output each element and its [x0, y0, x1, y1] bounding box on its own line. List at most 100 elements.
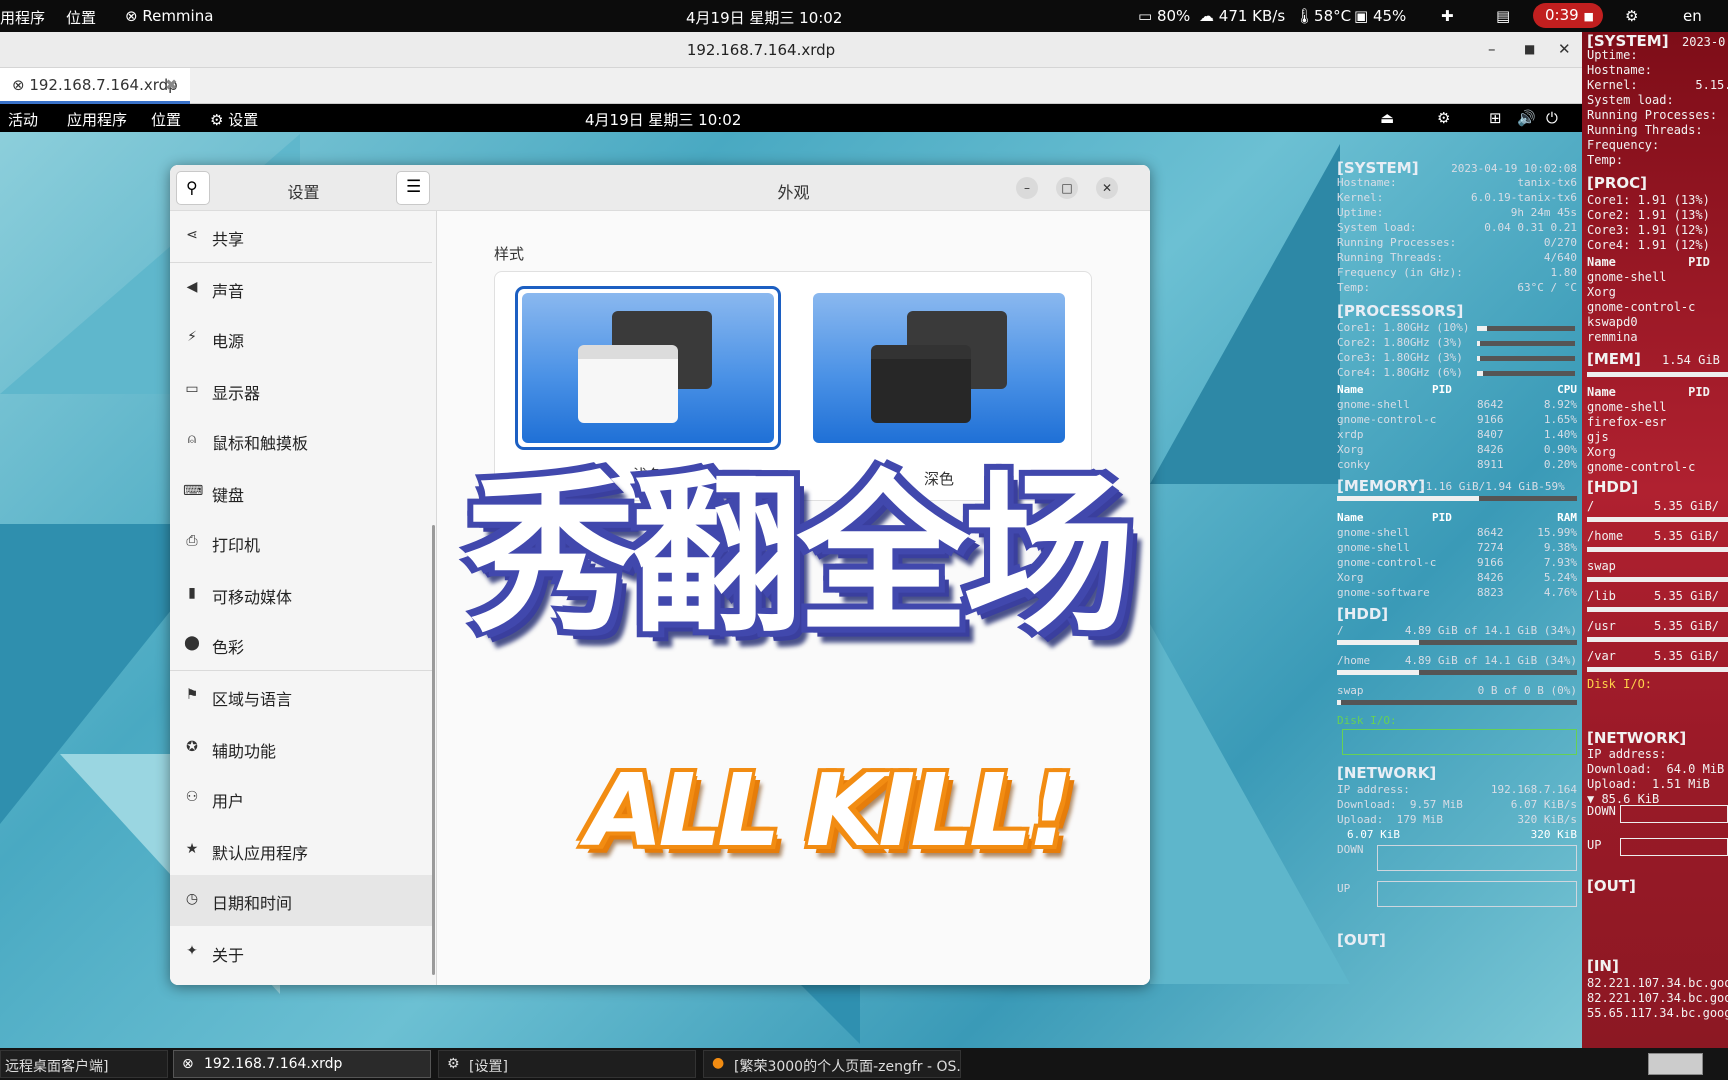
maximize-button[interactable]: □ — [1056, 177, 1078, 199]
sidebar-item[interactable]: ⚇ 用户 — [170, 773, 432, 824]
sidebar-item[interactable]: ★ 默认应用程序 — [170, 825, 432, 876]
sidebar-item-label: 键盘 — [212, 486, 245, 505]
language-indicator[interactable]: en — [1683, 7, 1702, 25]
rc-proc-cols: Name PID — [1587, 255, 1710, 269]
sidebar-item[interactable]: ▮ 可移动媒体 — [170, 569, 432, 620]
col-pid: PID — [1432, 511, 1452, 524]
sidebar-item[interactable]: ⍝ 鼠标和触摸板 — [170, 415, 432, 466]
mem-name: gnome-shell — [1337, 526, 1410, 539]
gnome-clock[interactable]: 4月19日 星期三 10:02 — [585, 109, 741, 130]
sidebar-item[interactable]: ⋖ 共享 — [170, 211, 432, 262]
sidebar-item[interactable]: ▭ 显示器 — [170, 365, 432, 416]
rc-hdd-bar — [1587, 547, 1728, 552]
volume-icon[interactable]: 🔊 — [1517, 109, 1536, 127]
host-apps-menu[interactable]: 用程序 — [0, 7, 45, 28]
sidebar-item[interactable]: ◷ 日期和时间 — [170, 875, 432, 926]
proc-name: conky — [1337, 458, 1371, 471]
conky-down-label: DOWN — [1337, 843, 1364, 856]
conky-system-row-label: Kernel: — [1337, 191, 1384, 204]
proc-pid: 8407 — [1477, 428, 1504, 441]
maximize-button[interactable]: ■ — [1524, 42, 1535, 56]
rc-hdd-header: [HDD] — [1587, 478, 1639, 496]
conky-mem-cols: Name PID RAM — [1337, 511, 1577, 525]
taskbar-item[interactable]: 远程桌面客户端] — [0, 1050, 168, 1078]
puzzle-icon[interactable]: ✚ — [1441, 7, 1454, 25]
conky-system-row-value: 63°C / °C — [1517, 281, 1577, 294]
host-places-menu[interactable]: 位置 — [66, 7, 96, 28]
host-workspace-switcher[interactable] — [1648, 1053, 1703, 1075]
sidebar-scrollbar[interactable] — [432, 525, 435, 975]
conky-hdd-row: /home 4.89 GiB of 14.1 GiB (34%) — [1337, 654, 1577, 668]
gnome-places-menu[interactable]: 位置 — [151, 109, 181, 130]
conky-hdd-bar-fill — [1337, 700, 1341, 705]
taskbar-item[interactable]: ⊗ 192.168.7.164.xrdp — [173, 1050, 431, 1078]
proc-pid: 8426 — [1477, 443, 1504, 456]
taskbar-item[interactable]: ⚙ [设置] — [438, 1050, 696, 1078]
close-button[interactable]: ✕ — [1558, 40, 1571, 58]
host-clock[interactable]: 4月19日 星期三 10:02 — [686, 7, 842, 28]
mem-ram: 9.38% — [1543, 541, 1577, 554]
eject-icon[interactable]: ⏏ — [1380, 109, 1394, 127]
sidebar-item-label: 显示器 — [212, 384, 261, 403]
proc-cpu: 0.90% — [1543, 443, 1577, 456]
remmina-titlebar[interactable]: 192.168.7.164.xrdp – ■ ✕ — [0, 32, 1582, 68]
tab-close-icon[interactable]: ✖ — [165, 76, 178, 94]
sidebar-item[interactable]: ◀ 声音 — [170, 263, 432, 314]
minimize-button[interactable]: – — [1488, 40, 1496, 58]
remmina-app-menu[interactable]: ⊗ Remmina — [125, 7, 213, 25]
conky-system-row: Temp: 63°C / °C — [1337, 281, 1577, 295]
hdd-value: 4.89 GiB of 14.1 GiB (34%) — [1404, 624, 1577, 637]
clock-icon: ◷ — [185, 891, 199, 907]
gear-icon: ⚙ — [210, 111, 229, 129]
conky-hdd-row: / 4.89 GiB of 14.1 GiB (34%) — [1337, 624, 1577, 638]
conky-core-row: Core4: 1.80GHz (6%) — [1337, 366, 1463, 379]
gnome-settings-menu[interactable]: ⚙ 设置 — [210, 109, 258, 130]
rc-proc-row: remmina — [1587, 330, 1638, 344]
activities-button[interactable]: 活动 — [8, 109, 38, 130]
network-icon[interactable]: ⊞ — [1489, 109, 1502, 127]
mem-ram: 7.93% — [1543, 556, 1577, 569]
proc-name: gnome-control-c — [1337, 413, 1437, 426]
sidebar-item[interactable]: ⬤ 色彩 — [170, 619, 432, 670]
taskbar-item[interactable]: ● [繁荣3000的个人页面-zengfr - OS... — [703, 1050, 961, 1078]
clipboard-icon[interactable]: ▤ — [1496, 7, 1510, 25]
sidebar-item[interactable]: ⚡ 电源 — [170, 313, 432, 364]
gear-icon[interactable]: ⚙ — [1625, 7, 1638, 25]
conky-net-row-value: 320 KiB/s — [1517, 813, 1577, 826]
minimize-button[interactable]: – — [1016, 177, 1038, 199]
rc-hdd-bar — [1587, 637, 1728, 642]
conky-system-row-value: 9h 24m 45s — [1510, 206, 1577, 219]
gnome-apps-menu[interactable]: 应用程序 — [67, 109, 127, 130]
rc-system-row: Running Processes: — [1587, 108, 1718, 122]
rc-mem-row: gnome-shell — [1587, 400, 1667, 414]
sidebar-item[interactable]: ⎙ 打印机 — [170, 517, 432, 568]
users-icon: ⚇ — [185, 789, 199, 805]
rc-mem-row: Xorg — [1587, 445, 1616, 459]
sidebar-item[interactable]: ⌨ 键盘 — [170, 467, 432, 518]
menu-button[interactable]: ☰ — [396, 171, 430, 205]
sidebar-item[interactable]: ⚑ 区域与语言 — [170, 671, 432, 722]
proc-name: Xorg — [1337, 443, 1364, 456]
sidebar-separator — [170, 262, 432, 263]
conky-proc-row: xrdp 8407 1.40% — [1337, 428, 1577, 442]
rc-system-row: System load: 1 — [1587, 93, 1728, 107]
sidebar-item[interactable]: ✦ 关于 — [170, 927, 432, 978]
conky-system-row-value: tanix-tx6 — [1517, 176, 1577, 189]
power-icon[interactable]: ⏻ — [1546, 109, 1558, 127]
sidebar-item-label: 关于 — [212, 946, 245, 965]
gear-icon[interactable]: ⚙ — [1437, 109, 1450, 127]
sidebar-item[interactable]: ✪ 辅助功能 — [170, 723, 432, 774]
tab-connection[interactable]: ⊗ 192.168.7.164.xrdp ✖ — [0, 68, 190, 104]
close-button[interactable]: ✕ — [1096, 177, 1118, 199]
screen-recording-indicator[interactable]: 0:39 ■ — [1533, 3, 1603, 28]
conky-mem-header: [MEMORY] — [1337, 477, 1426, 495]
rc-in-header: [IN] — [1587, 957, 1619, 975]
conky-proc-row: gnome-control-c 9166 1.65% — [1337, 413, 1577, 427]
rc-mem-value: 1.54 GiB — [1662, 353, 1720, 367]
conky-proc-header: [PROCESSORS] — [1337, 302, 1464, 320]
rc-download-graph — [1620, 805, 1728, 823]
hdd-value: 0 B of 0 B (0%) — [1477, 684, 1577, 697]
host-top-bar: 用程序 位置 ⊗ Remmina 4月19日 星期三 10:02 ▭ 80% ☁… — [0, 0, 1728, 32]
rc-mem-row: gnome-control-c — [1587, 460, 1696, 474]
main-header[interactable]: 外观 – □ ✕ — [437, 165, 1150, 211]
